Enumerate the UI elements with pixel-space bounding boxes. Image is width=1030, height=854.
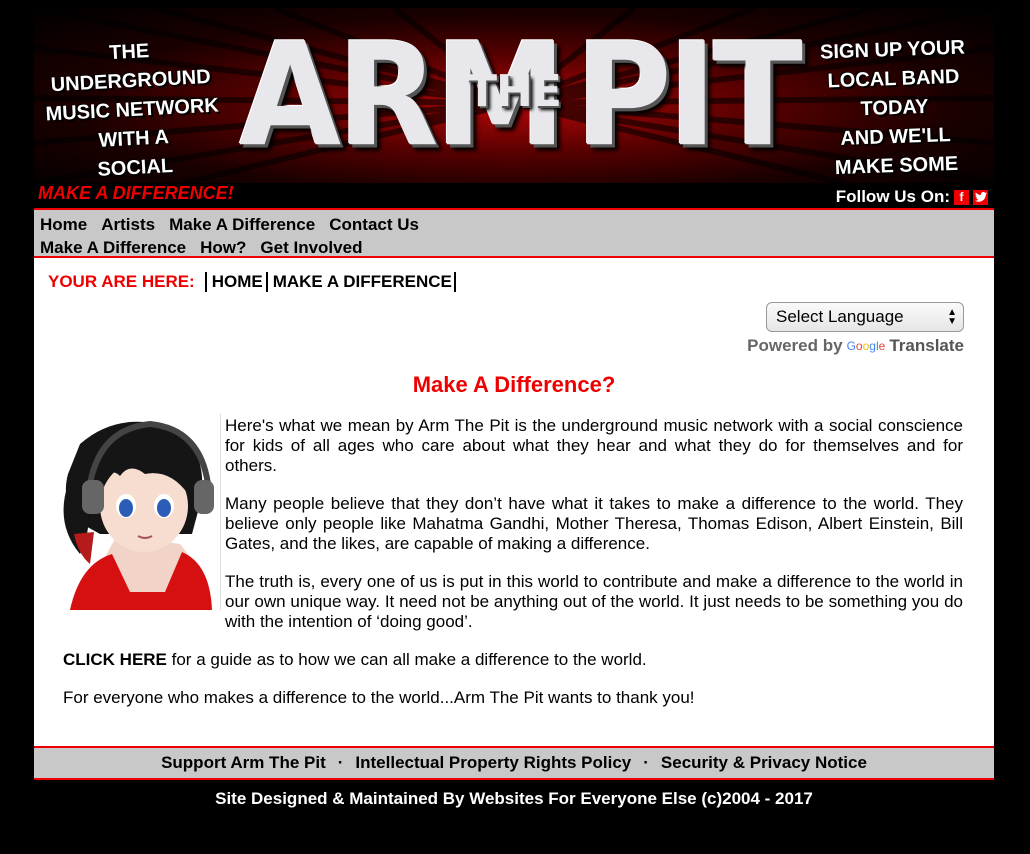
breadcrumb: YOUR ARE HERE: HOME MAKE A DIFFERENCE xyxy=(48,272,456,292)
nav-secondary: Make A Difference How? Get Involved xyxy=(40,236,988,259)
main-content: YOUR ARE HERE: HOME MAKE A DIFFERENCE Se… xyxy=(34,258,994,746)
nav-contact-us[interactable]: Contact Us xyxy=(329,215,419,235)
paragraph-thanks: For everyone who makes a difference to t… xyxy=(63,688,695,707)
header-banner: THE UNDERGROUND MUSIC NETWORK WITH A SOC… xyxy=(34,8,994,183)
footer-separator: · xyxy=(643,753,649,772)
site-logo[interactable]: ARM THE PIT xyxy=(239,12,803,179)
paragraph-belief: Many people believe that they don’t have… xyxy=(225,494,963,553)
nav-make-a-difference[interactable]: Make A Difference xyxy=(169,215,315,235)
subnav-how[interactable]: How? xyxy=(200,238,246,258)
logo-pit: PIT xyxy=(575,12,803,179)
image-divider xyxy=(220,414,221,610)
footer-separator: · xyxy=(337,753,344,772)
powered-by-label: Powered by xyxy=(747,336,843,355)
guide-text: for a guide as to how we can all make a … xyxy=(166,650,647,669)
page: THE UNDERGROUND MUSIC NETWORK WITH A SOC… xyxy=(34,8,994,809)
footer-ip-policy-link[interactable]: Intellectual Property Rights Policy xyxy=(355,753,631,773)
paragraph-intro: Here's what we mean by Arm The Pit is th… xyxy=(225,416,963,475)
subnav-get-involved[interactable]: Get Involved xyxy=(260,238,362,258)
paragraph-truth: The truth is, every one of us is put in … xyxy=(225,572,963,631)
breadcrumb-label: YOUR ARE HERE: xyxy=(48,272,195,291)
motto: MAKE A DIFFERENCE! xyxy=(38,183,234,203)
select-arrows-icon: ▲ ▼ xyxy=(947,307,957,327)
paragraph-guide: CLICK HERE for a guide as to how we can … xyxy=(63,650,647,670)
breadcrumb-current: MAKE A DIFFERENCE xyxy=(272,272,452,291)
nav-artists[interactable]: Artists xyxy=(101,215,155,235)
powered-by-google: Powered by Google Translate xyxy=(747,336,964,356)
translate-link[interactable]: Translate xyxy=(889,336,964,356)
subnav-make-a-difference[interactable]: Make A Difference xyxy=(40,238,186,258)
footer-support-link[interactable]: Support Arm The Pit xyxy=(161,753,326,773)
language-select-value: Select Language xyxy=(776,307,904,326)
follow-label: Follow Us On: xyxy=(835,187,950,206)
footer-privacy-link[interactable]: Security & Privacy Notice xyxy=(661,753,867,773)
click-here-link[interactable]: CLICK HERE xyxy=(63,650,167,669)
tagline-right: SIGN UP YOUR LOCAL BAND TODAY AND WE'LL … xyxy=(819,36,966,183)
google-logo-icon: Google xyxy=(846,339,886,353)
breadcrumb-separator xyxy=(265,272,268,292)
breadcrumb-home[interactable]: HOME xyxy=(212,272,263,292)
page-title: Make A Difference? xyxy=(412,372,616,397)
tagline-left: THE UNDERGROUND MUSIC NETWORK WITH A SOC… xyxy=(45,40,220,183)
twitter-icon[interactable] xyxy=(973,189,988,205)
footer-links: Support Arm The Pit · Intellectual Prope… xyxy=(34,746,994,780)
logo-the: THE xyxy=(467,66,562,117)
breadcrumb-separator xyxy=(204,272,207,292)
follow-us: Follow Us On: f xyxy=(836,187,988,207)
footer-credit: Site Designed & Maintained By Websites F… xyxy=(215,789,813,808)
main-nav: Home Artists Make A Difference Contact U… xyxy=(34,208,994,258)
facebook-icon[interactable]: f xyxy=(954,189,969,205)
anime-girl-headphones-image xyxy=(63,420,214,610)
nav-primary: Home Artists Make A Difference Contact U… xyxy=(40,213,988,236)
motto-strip: MAKE A DIFFERENCE! Follow Us On: f xyxy=(34,183,994,208)
breadcrumb-separator xyxy=(453,272,456,292)
nav-home[interactable]: Home xyxy=(40,215,87,235)
language-select[interactable]: Select Language ▲ ▼ xyxy=(766,302,964,332)
